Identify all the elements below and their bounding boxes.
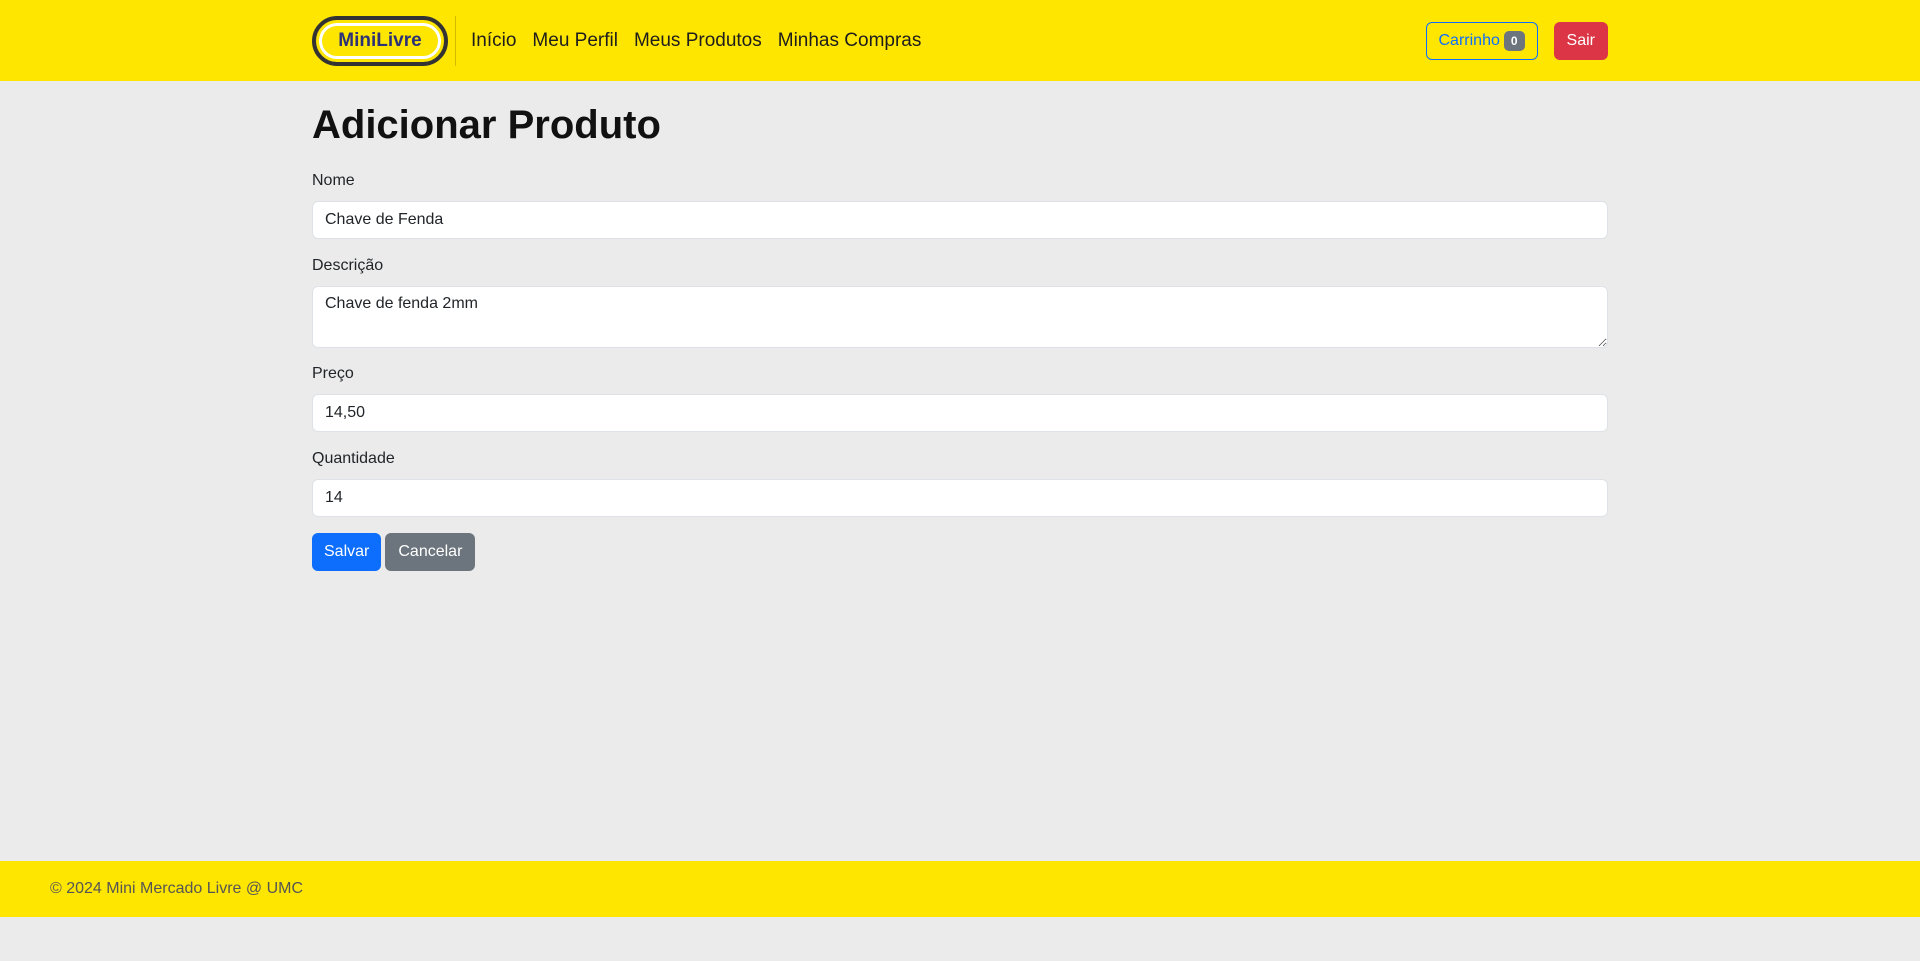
form-actions: Salvar Cancelar [312, 533, 1608, 571]
navbar: MiniLivre Início Meu Perfil Meus Produto… [0, 0, 1920, 81]
cancel-button[interactable]: Cancelar [385, 533, 476, 571]
description-textarea[interactable]: Chave de fenda 2mm [312, 286, 1608, 348]
name-field-group: Nome [312, 169, 1608, 239]
cart-button[interactable]: Carrinho 0 [1425, 21, 1538, 60]
price-input[interactable] [312, 394, 1608, 432]
price-field-group: Preço [312, 362, 1608, 432]
page-title: Adicionar Produto [312, 103, 661, 147]
nav-links: Início Meu Perfil Meus Produtos Minhas C… [471, 30, 937, 52]
quantity-field-group: Quantidade [312, 447, 1608, 517]
quantity-label: Quantidade [312, 450, 395, 467]
brand-logo[interactable]: MiniLivre [312, 15, 448, 66]
navbar-container: MiniLivre Início Meu Perfil Meus Produto… [312, 0, 1608, 81]
logout-button[interactable]: Sair [1553, 21, 1608, 60]
nav-divider [455, 15, 456, 66]
name-label: Nome [312, 172, 355, 189]
brand-label: MiniLivre [319, 22, 441, 59]
nav-link-meus-produtos[interactable]: Meus Produtos [634, 30, 762, 52]
description-field-group: Descrição Chave de fenda 2mm [312, 254, 1608, 348]
main-content: Adicionar Produto Nome Descrição Chave d… [312, 81, 1608, 571]
footer: © 2024 Mini Mercado Livre @ UMC [0, 861, 1920, 917]
description-label: Descrição [312, 257, 384, 274]
cart-count-badge: 0 [1503, 30, 1525, 51]
footer-text: © 2024 Mini Mercado Livre @ UMC [50, 880, 303, 897]
nav-actions: Carrinho 0 Sair [1425, 21, 1608, 60]
save-button[interactable]: Salvar [312, 533, 382, 571]
nav-link-meu-perfil[interactable]: Meu Perfil [532, 30, 618, 52]
cart-label: Carrinho [1438, 31, 1500, 49]
price-label: Preço [312, 365, 354, 382]
nav-link-inicio[interactable]: Início [471, 30, 516, 52]
quantity-input[interactable] [312, 479, 1608, 517]
name-input[interactable] [312, 201, 1608, 239]
nav-link-minhas-compras[interactable]: Minhas Compras [778, 30, 922, 52]
add-product-form: Nome Descrição Chave de fenda 2mm Preço … [312, 169, 1608, 571]
